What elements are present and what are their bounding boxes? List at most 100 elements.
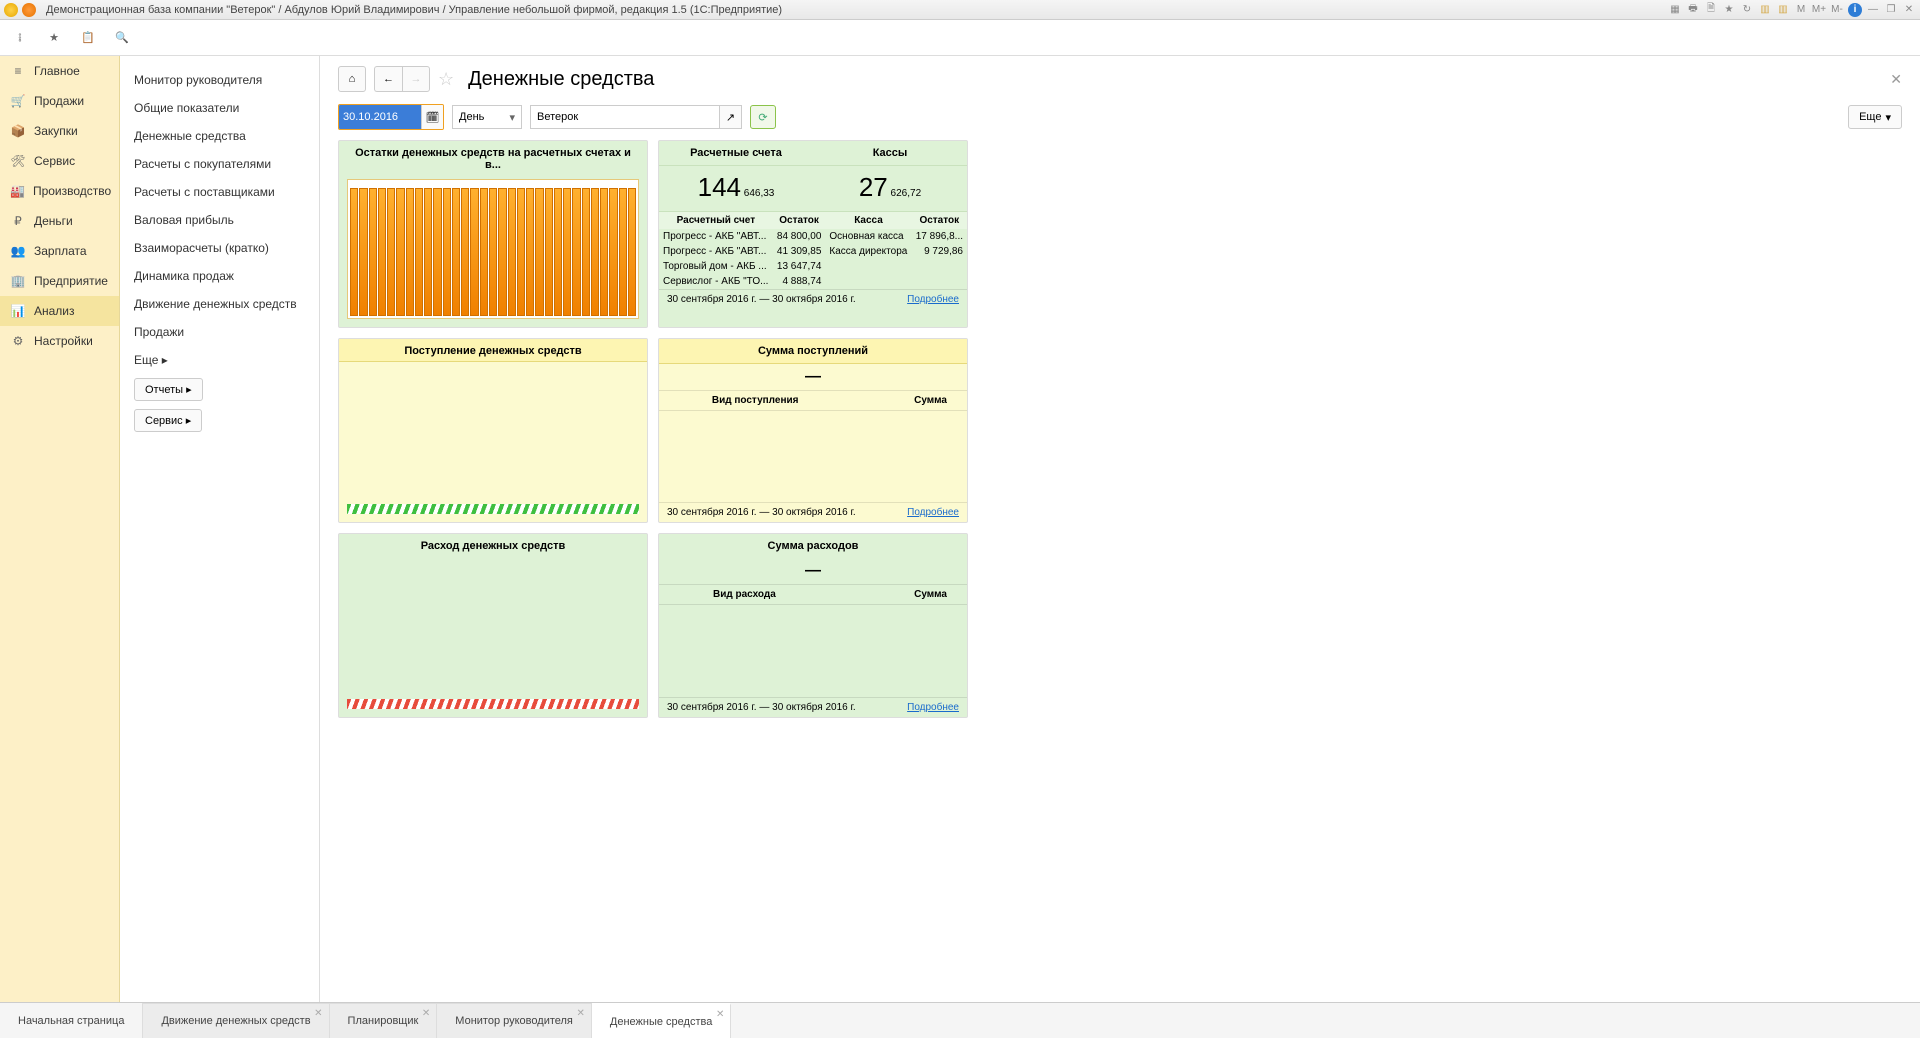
titlebar-icon3[interactable]: 🗎: [1704, 3, 1718, 17]
subnav-suppliers[interactable]: Расчеты с поставщиками: [120, 178, 319, 206]
more-label: Еще: [1859, 111, 1881, 123]
sidebar-label: Сервис: [34, 154, 75, 168]
tab-label: Монитор руководителя: [455, 1015, 573, 1027]
maximize-button[interactable]: ❐: [1884, 3, 1898, 17]
service-button[interactable]: Сервис ▸: [134, 409, 202, 432]
card-incoming-sum: Сумма поступлений — Вид поступления Сумм…: [658, 338, 968, 523]
titlebar-m[interactable]: M: [1794, 3, 1808, 17]
clipboard-icon[interactable]: 📋: [78, 28, 98, 48]
close-page-button[interactable]: ✕: [1890, 71, 1902, 88]
details-link[interactable]: Подробнее: [907, 702, 959, 713]
titlebar-doc-icon2[interactable]: ▥: [1776, 3, 1790, 17]
date-input[interactable]: [339, 105, 421, 129]
home-button[interactable]: ⌂: [338, 66, 366, 92]
window-titlebar: Демонстрационная база компании "Ветерок"…: [0, 0, 1920, 20]
org-open-button[interactable]: ↗: [720, 105, 742, 129]
tab-close-icon[interactable]: ✕: [422, 1008, 430, 1019]
accounts-total1-big: 144: [698, 172, 741, 202]
table-row[interactable]: Сервислог - АКБ "ТО...4 888,74: [659, 274, 967, 289]
bar: [526, 188, 534, 316]
subnav-customers[interactable]: Расчеты с покупателями: [120, 150, 319, 178]
titlebar-icon4[interactable]: ★: [1722, 3, 1736, 17]
table-row[interactable]: Прогресс - АКБ "АВТ...84 800,00Основная …: [659, 229, 967, 244]
chevron-down-icon: ▾: [509, 111, 515, 124]
sidebar-item-settings[interactable]: ⚙Настройки: [0, 326, 119, 356]
balances-bar-chart[interactable]: [339, 175, 647, 327]
sidebar-label: Зарплата: [34, 244, 87, 258]
calendar-button[interactable]: 🗓: [421, 105, 443, 129]
more-actions-button[interactable]: Еще ▾: [1848, 105, 1902, 129]
sidebar-item-purchases[interactable]: 📦Закупки: [0, 116, 119, 146]
subnav-sales-dynamics[interactable]: Динамика продаж: [120, 262, 319, 290]
card-title: Сумма расходов: [659, 534, 967, 558]
titlebar-doc-icon[interactable]: ▥: [1758, 3, 1772, 17]
people-icon: 👥: [10, 243, 26, 259]
app-icon-dropdown[interactable]: [22, 3, 36, 17]
accounts-col1-header: Расчетные счета: [659, 141, 813, 165]
incoming-sparkline: [347, 504, 639, 514]
table-row[interactable]: Прогресс - АКБ "АВТ...41 309,85Касса дир…: [659, 244, 967, 259]
nav-forward-button[interactable]: →: [402, 66, 430, 92]
subnav-general[interactable]: Общие показатели: [120, 94, 319, 122]
expense-sum-value: —: [659, 558, 967, 584]
bar: [359, 188, 367, 316]
favorite-star-icon[interactable]: ☆: [438, 69, 454, 90]
titlebar-icon2[interactable]: 🖶: [1686, 3, 1700, 17]
tab-close-icon[interactable]: ✕: [314, 1008, 322, 1019]
subnav-cash-flow[interactable]: Движение денежных средств: [120, 290, 319, 318]
sidebar-item-company[interactable]: 🏢Предприятие: [0, 266, 119, 296]
ruble-icon: ₽: [10, 213, 26, 229]
bar: [508, 188, 516, 316]
titlebar-icon1[interactable]: ▦: [1668, 3, 1682, 17]
footer-date-range: 30 сентября 2016 г. — 30 октября 2016 г.: [667, 702, 856, 713]
titlebar-mplus[interactable]: M+: [1812, 3, 1826, 17]
tab-close-icon[interactable]: ✕: [716, 1009, 724, 1020]
sidebar-item-salary[interactable]: 👥 Зарплата: [0, 236, 119, 266]
sidebar-item-sales[interactable]: 🛒Продажи: [0, 86, 119, 116]
minimize-button[interactable]: —: [1866, 3, 1880, 17]
favorites-star-icon[interactable]: ★: [44, 28, 64, 48]
card-title: Сумма поступлений: [659, 339, 967, 364]
subnav-monitor[interactable]: Монитор руководителя: [120, 66, 319, 94]
nav-back-button[interactable]: ←: [374, 66, 402, 92]
window-tab[interactable]: Планировщик✕: [330, 1003, 438, 1038]
sidebar-item-main[interactable]: ≡Главное: [0, 56, 119, 86]
subnav-sales[interactable]: Продажи: [120, 318, 319, 346]
table-row[interactable]: Торговый дом - АКБ ...13 647,74: [659, 259, 967, 274]
subnav-gross-profit[interactable]: Валовая прибыль: [120, 206, 319, 234]
bar: [350, 188, 358, 316]
organization-input[interactable]: [530, 105, 720, 129]
menu-icon: ≡: [10, 63, 26, 79]
titlebar-mminus[interactable]: M-: [1830, 3, 1844, 17]
th-expense-type: Вид расхода: [659, 585, 830, 605]
apps-grid-icon[interactable]: 𐄛: [10, 28, 30, 48]
close-window-button[interactable]: ✕: [1902, 3, 1916, 17]
sidebar-item-service[interactable]: 🛠Сервис: [0, 146, 119, 176]
bar: [628, 188, 636, 316]
reports-button[interactable]: Отчеты ▸: [134, 378, 203, 401]
sidebar-item-production[interactable]: 🏭Производство: [0, 176, 119, 206]
tab-close-icon[interactable]: ✕: [577, 1008, 585, 1019]
expense-chart-area[interactable]: [339, 556, 647, 695]
window-tab[interactable]: Монитор руководителя ✕: [437, 1003, 592, 1038]
sidebar-item-analysis[interactable]: 📊Анализ: [0, 296, 119, 326]
th-expense-amount: Сумма: [830, 585, 967, 605]
details-link[interactable]: Подробнее: [907, 507, 959, 518]
window-tab[interactable]: Движение денежных средств✕: [143, 1003, 329, 1038]
subnav-settlements[interactable]: Взаиморасчеты (кратко): [120, 234, 319, 262]
accounts-table: Расчетный счет Остаток Касса Остаток Про…: [659, 211, 967, 289]
search-icon[interactable]: 🔍: [112, 28, 132, 48]
period-select[interactable]: День ▾: [452, 105, 522, 129]
titlebar-icon5[interactable]: ↻: [1740, 3, 1754, 17]
window-tab[interactable]: Начальная страница: [0, 1003, 143, 1038]
subnav-cash[interactable]: Денежные средства: [120, 122, 319, 150]
subnav-more[interactable]: Еще ▸: [120, 346, 319, 374]
window-tab[interactable]: Денежные средства✕: [592, 1003, 731, 1038]
refresh-button[interactable]: ⟳: [750, 105, 776, 129]
page-title: Денежные средства: [468, 68, 654, 91]
details-link[interactable]: Подробнее: [907, 294, 959, 305]
incoming-chart-area[interactable]: [339, 362, 647, 500]
sidebar-item-money[interactable]: ₽Деньги: [0, 206, 119, 236]
card-title: Поступление денежных средств: [339, 339, 647, 362]
info-icon[interactable]: i: [1848, 3, 1862, 17]
